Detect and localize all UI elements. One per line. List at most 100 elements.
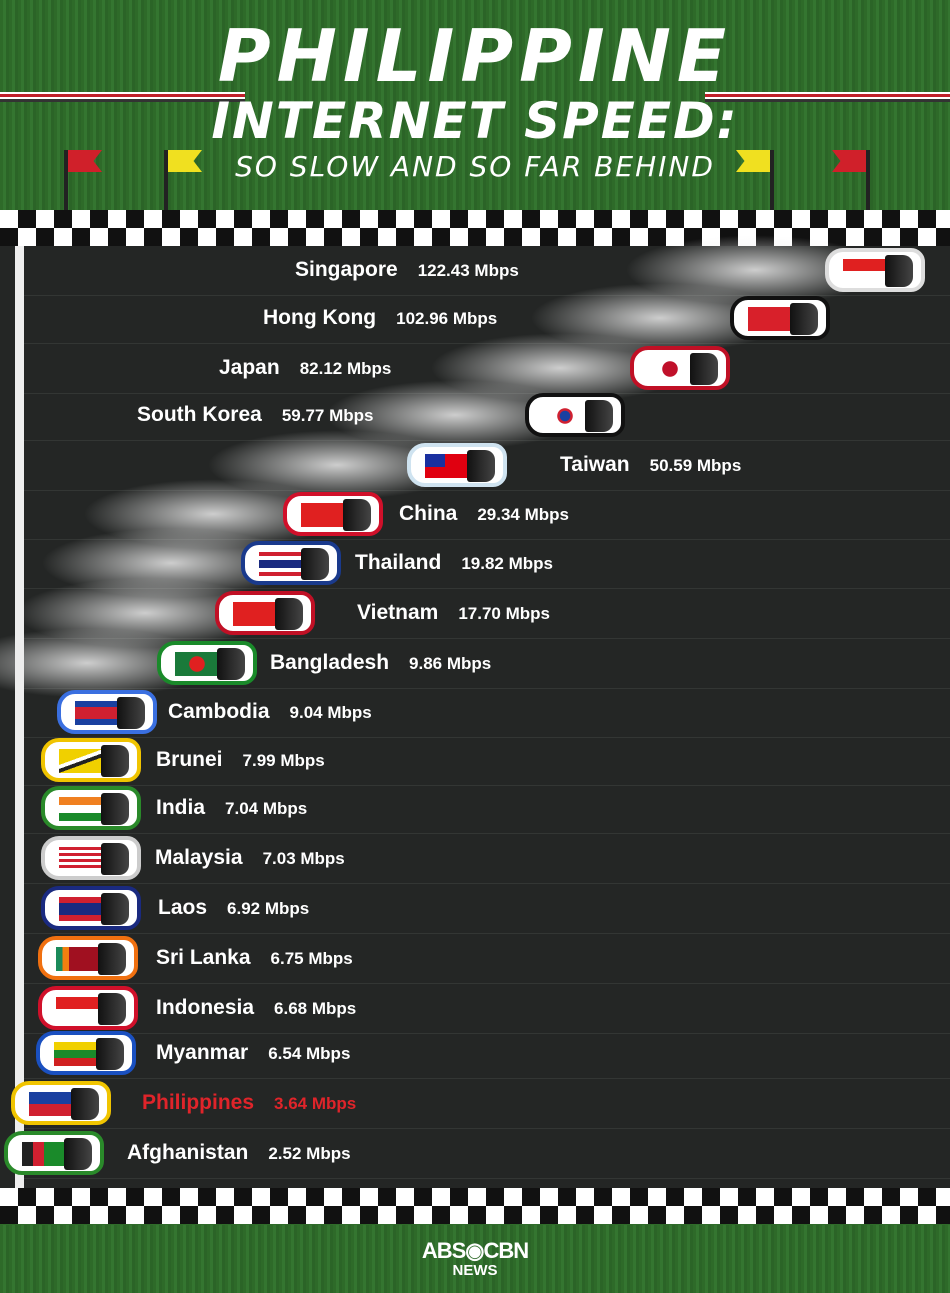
windshield	[585, 400, 613, 432]
data-label: Singapore 122.43 Mbps	[295, 258, 519, 282]
page-title: PHILIPPINE	[217, 14, 733, 98]
flag-icon	[59, 797, 103, 821]
car-bar-china	[283, 492, 383, 536]
car-bar-myanmar	[36, 1031, 136, 1075]
country-name: Indonesia	[156, 996, 255, 1019]
country-name: Myanmar	[156, 1041, 249, 1064]
flag-icon	[425, 454, 469, 478]
lane-divider	[24, 983, 950, 984]
car-bar-bangladesh	[157, 641, 257, 685]
windshield	[117, 697, 145, 729]
lane-divider	[24, 883, 950, 884]
data-label: Hong Kong 102.96 Mbps	[263, 306, 497, 330]
car-bar-south-korea	[525, 393, 625, 437]
data-label: Philippines 3.64 Mbps	[142, 1091, 356, 1115]
speed-value: 7.03 Mbps	[262, 849, 345, 868]
car-bar-japan	[630, 346, 730, 390]
speed-value: 7.99 Mbps	[242, 751, 325, 770]
data-label: Bangladesh 9.86 Mbps	[270, 651, 491, 675]
speed-value: 9.86 Mbps	[409, 654, 492, 673]
car-bar-sri-lanka	[38, 936, 138, 980]
country-name: Japan	[219, 356, 280, 379]
speed-value: 6.68 Mbps	[274, 999, 357, 1018]
lane-divider	[24, 785, 950, 786]
car-bar-singapore	[825, 248, 925, 292]
data-label: China 29.34 Mbps	[399, 502, 569, 526]
windshield	[343, 499, 371, 531]
flag-icon	[75, 701, 119, 725]
country-name: Sri Lanka	[156, 946, 251, 969]
abs-cbn-news-logo: ABS◉CBN NEWS	[0, 1238, 950, 1279]
data-label: Afghanistan 2.52 Mbps	[127, 1141, 351, 1165]
car-bar-indonesia	[38, 986, 138, 1030]
data-label: Myanmar 6.54 Mbps	[156, 1041, 350, 1065]
flag-icon	[748, 307, 792, 331]
flag-icon	[59, 897, 103, 921]
country-name: Malaysia	[155, 846, 243, 869]
flag-icon	[29, 1092, 73, 1116]
car-bar-brunei	[41, 738, 141, 782]
flag-icon	[233, 602, 277, 626]
flag-icon	[175, 652, 219, 676]
windshield	[690, 353, 718, 385]
country-name: India	[156, 796, 206, 819]
data-label: Taiwan 50.59 Mbps	[560, 453, 741, 477]
data-label: India 7.04 Mbps	[156, 796, 307, 820]
checkered-band-bottom	[0, 1188, 950, 1224]
car-bar-india	[41, 786, 141, 830]
windshield	[101, 745, 129, 777]
flag-icon	[301, 503, 345, 527]
speed-value: 17.70 Mbps	[458, 604, 550, 623]
flag-icon	[54, 1042, 98, 1066]
lane-divider	[24, 1078, 950, 1079]
speed-value: 122.43 Mbps	[417, 261, 519, 280]
logo-main: ABS◉CBN	[421, 1238, 529, 1263]
logo-sub: NEWS	[452, 1262, 498, 1279]
speed-value: 59.77 Mbps	[281, 406, 374, 425]
lane-divider	[24, 737, 950, 738]
speed-value: 6.92 Mbps	[227, 899, 310, 918]
speed-value: 29.34 Mbps	[477, 505, 569, 524]
flag-icon	[56, 947, 100, 971]
speed-value: 6.54 Mbps	[268, 1044, 351, 1063]
data-label: Indonesia 6.68 Mbps	[156, 996, 356, 1020]
flag-icon	[843, 259, 887, 283]
country-name: Philippines	[142, 1091, 255, 1114]
lane-divider	[24, 1033, 950, 1034]
windshield	[885, 255, 913, 287]
windshield	[301, 548, 329, 580]
data-label: Sri Lanka 6.75 Mbps	[156, 946, 353, 970]
page-title-line2: INTERNET SPEED:	[211, 92, 739, 150]
speed-value: 3.64 Mbps	[274, 1094, 357, 1113]
car-bar-cambodia	[57, 690, 157, 734]
car-bar-afghanistan	[4, 1131, 104, 1175]
flag-icon	[543, 404, 587, 428]
windshield	[98, 943, 126, 975]
data-label: Cambodia 9.04 Mbps	[168, 700, 372, 724]
country-name: Hong Kong	[263, 306, 377, 329]
track-edge-line	[15, 246, 24, 1188]
speed-value: 7.04 Mbps	[225, 799, 308, 818]
windshield	[790, 303, 818, 335]
speed-value: 6.75 Mbps	[270, 949, 353, 968]
country-name: South Korea	[137, 403, 262, 426]
flag-icon	[259, 552, 303, 576]
windshield	[275, 598, 303, 630]
country-name: Bangladesh	[270, 651, 390, 674]
car-bar-philippines	[11, 1081, 111, 1125]
flag-icon	[59, 749, 103, 773]
windshield	[64, 1138, 92, 1170]
country-name: Vietnam	[357, 601, 439, 624]
country-name: Laos	[158, 896, 208, 919]
windshield	[71, 1088, 99, 1120]
car-bar-malaysia	[41, 836, 141, 880]
country-name: Thailand	[355, 551, 442, 574]
flag-icon	[648, 357, 692, 381]
windshield	[217, 648, 245, 680]
data-label: Thailand 19.82 Mbps	[355, 551, 553, 575]
data-label: Vietnam 17.70 Mbps	[357, 601, 550, 625]
windshield	[101, 843, 129, 875]
car-bar-vietnam	[215, 591, 315, 635]
data-label: South Korea 59.77 Mbps	[137, 403, 374, 427]
data-label: Malaysia 7.03 Mbps	[155, 846, 345, 870]
